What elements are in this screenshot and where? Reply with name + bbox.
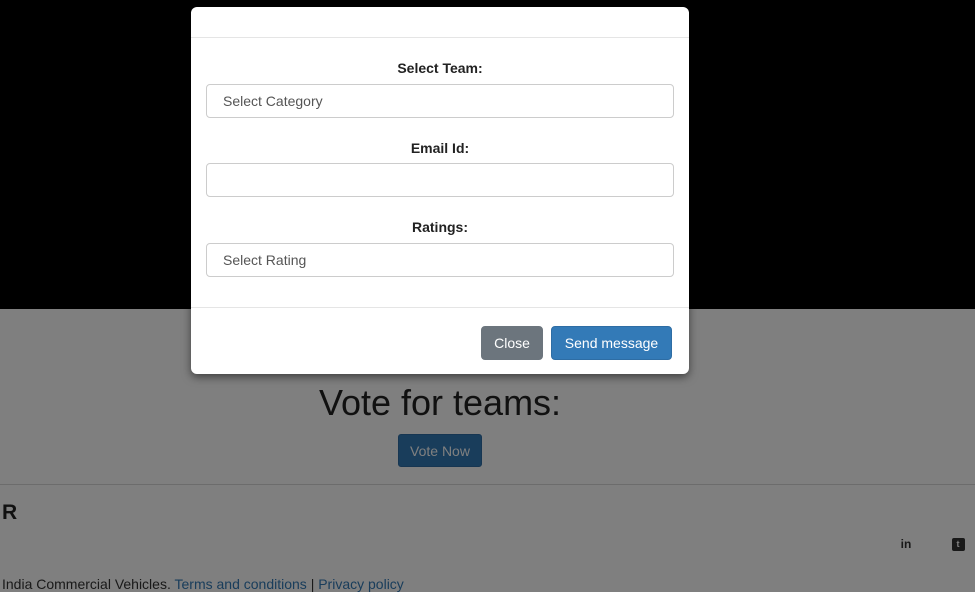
page: Vote for teams: Vote Now R in t India Co…	[0, 0, 975, 592]
team-label: Select Team:	[397, 60, 483, 76]
team-select[interactable]: Select Category	[206, 84, 674, 118]
close-button[interactable]: Close	[481, 326, 543, 360]
modal-footer: Close Send message	[191, 307, 689, 375]
email-label: Email Id:	[410, 140, 470, 156]
ratings-select[interactable]: Select Rating	[206, 243, 674, 277]
email-input[interactable]	[206, 163, 674, 197]
team-select-value: Select Category	[223, 93, 323, 109]
send-message-button[interactable]: Send message	[551, 326, 672, 360]
modal-header	[191, 7, 689, 38]
vote-modal: Select Team: Select Category Email Id: R…	[191, 7, 689, 374]
ratings-label: Ratings:	[412, 219, 468, 235]
ratings-select-value: Select Rating	[223, 252, 307, 268]
